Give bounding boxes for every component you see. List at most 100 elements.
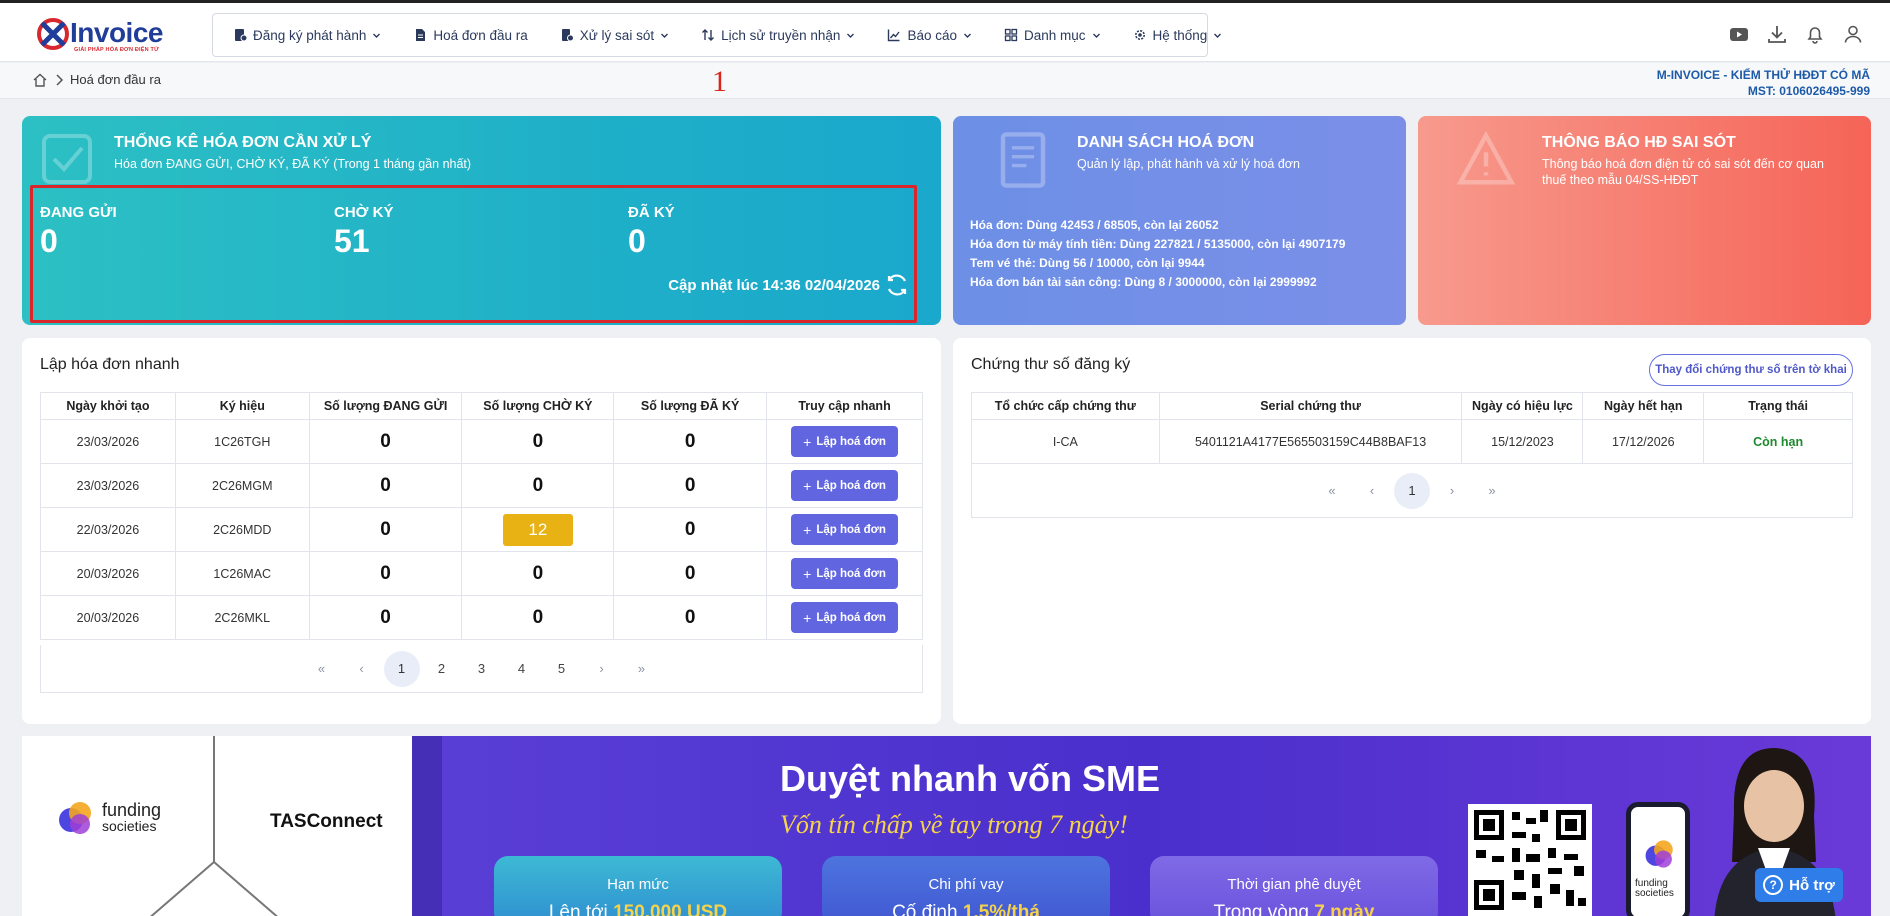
error-notice-title: THÔNG BÁO HĐ SAI SÓT [1542,134,1736,151]
stats-highlight-box: ĐANG GỬI 0 CHỜ KÝ 51 ĐÃ KÝ 0 Cập nhật lú… [30,185,917,323]
table-row[interactable]: I-CA 5401121A4177E565503159C44B8BAF13 15… [971,419,1853,464]
stat-sending[interactable]: ĐANG GỬI 0 [40,204,117,260]
first-page-icon[interactable]: « [304,651,340,687]
create-invoice-button[interactable]: + Lập hoá đơn [791,558,899,589]
help-button[interactable]: ? Hỗ trợ [1755,868,1843,902]
next-page-icon[interactable]: › [584,651,620,687]
funding-societies-logo-icon [59,802,91,834]
row-date: 20/03/2026 [40,595,176,640]
download-icon[interactable] [1766,23,1788,45]
create-invoice-label: Lập hoá đơn [816,611,886,624]
row-signed-count: 0 [613,551,768,596]
promo-banner[interactable]: funding societies TASConnect Duyệt nhanh… [22,736,1871,916]
chevron-down-icon [1207,28,1222,43]
app-logo[interactable]: Invoice GIẢI PHÁP HÓA ĐƠN ĐIỆN TỬ [34,15,174,53]
create-invoice-button[interactable]: + Lập hoá đơn [791,426,899,457]
chevron-down-icon [1086,28,1101,43]
table-header-row: Tổ chức cấp chứng thư Serial chứng thư N… [971,392,1853,420]
help-label: Hỗ trợ [1789,876,1835,894]
row-quick-access: + Lập hoá đơn [766,419,923,464]
user-icon[interactable] [1842,23,1864,45]
plus-icon: + [803,565,812,582]
change-certificate-button[interactable]: Thay đổi chứng thư số trên tờ khai [1649,354,1853,386]
nav-item-label: Báo cáo [907,27,957,43]
banner-card-cost: Chi phí vay Cố định 1,5%/thá [822,856,1110,916]
nav-item[interactable]: Hoá đơn đầu ra [413,28,528,43]
row-signed-count: 0 [613,419,768,464]
banner-card-label: Thời gian phê duyệt [1227,876,1361,893]
create-invoice-button[interactable]: + Lập hoá đơn [791,602,899,633]
column-header: Số lượng ĐÃ KÝ [613,392,768,420]
stats-card: THỐNG KÊ HÓA ĐƠN CẦN XỬ LÝ Hóa đơn ĐANG … [22,116,941,325]
nav-item[interactable]: Hệ thống [1133,28,1223,43]
prev-page-icon[interactable]: ‹ [1354,473,1390,509]
cert-valid-to: 17/12/2026 [1582,419,1705,464]
create-invoice-button[interactable]: + Lập hoá đơn [791,470,899,501]
nav-item[interactable]: Lịch sử truyền nhận [701,28,855,43]
chart-icon [887,28,901,42]
stat-pending[interactable]: CHỜ KÝ 51 [334,204,393,260]
banner-card-label: Chi phí vay [928,876,1004,893]
home-icon[interactable] [32,72,48,88]
invoice-list-subtitle: Quản lý lập, phát hành và xử lý hoá đơn [1077,157,1300,171]
quick-invoice-table: Ngày khởi tạo Ký hiệu Số lượng ĐANG GỬI … [40,392,923,640]
row-date: 23/03/2026 [40,463,176,508]
plus-icon: + [803,477,812,494]
breadcrumb-current-page[interactable]: Hoá đơn đầu ra [70,72,161,87]
question-icon: ? [1763,875,1784,895]
row-quick-access: + Lập hoá đơn [766,463,923,508]
banner-headline: Duyệt nhanh vốn SME [780,758,1161,799]
logo-text: Invoice [70,17,163,48]
quick-invoice-panel: Lập hóa đơn nhanh Ngày khởi tạo Ký hiệu … [22,338,941,724]
create-invoice-label: Lập hoá đơn [816,479,886,492]
page-number[interactable]: 3 [464,651,500,687]
nav-item-label: Đăng ký phát hành [253,27,367,43]
table-row: 20/03/2026 1C26MAC 0 0 0 + Lập hoá đơn [40,551,923,596]
refresh-icon[interactable] [884,272,910,298]
page-number[interactable]: 2 [424,651,460,687]
create-invoice-button[interactable]: + Lập hoá đơn [791,514,899,545]
cert-issuer: I-CA [971,419,1160,464]
invoice-list-card[interactable]: DANH SÁCH HOÁ ĐƠN Quản lý lập, phát hành… [953,116,1406,325]
page-number[interactable]: 4 [504,651,540,687]
row-date: 22/03/2026 [40,507,176,552]
nav-item[interactable]: Đăng ký phát hành [233,28,381,43]
first-page-icon[interactable]: « [1314,473,1350,509]
error-notice-card[interactable]: THÔNG BÁO HĐ SAI SÓT Thông báo hoá đơn đ… [1418,116,1871,325]
quick-invoice-title: Lập hóa đơn nhanh [40,356,180,373]
main-menu: Đăng ký phát hành Hoá đơn đầu ra Xử lý sai… [212,13,1222,57]
bell-icon[interactable] [1804,23,1826,45]
youtube-icon[interactable] [1728,23,1750,45]
column-header: Truy cập nhanh [766,392,923,420]
row-sending-count: 0 [308,419,463,464]
create-invoice-label: Lập hoá đơn [816,435,886,448]
column-header: Số lượng ĐANG GỬI [308,392,463,420]
nav-item[interactable]: Danh mục [1004,28,1101,43]
document-icon [413,28,427,42]
row-date: 23/03/2026 [40,419,176,464]
stat-label: ĐANG GỬI [40,204,117,221]
page-number[interactable]: 1 [383,650,420,687]
nav-item[interactable]: Xử lý sai sót [560,28,669,43]
last-page-icon[interactable]: » [624,651,660,687]
chevron-down-icon [654,28,669,43]
prev-page-icon[interactable]: ‹ [344,651,380,687]
company-info: M-INVOICE - KIỂM THỬ HĐĐT CÓ MÃ MST: 010… [1657,67,1870,99]
stat-signed[interactable]: ĐÃ KÝ 0 [628,204,675,260]
page-number[interactable]: 5 [544,651,580,687]
nav-item[interactable]: Báo cáo [887,28,972,43]
partner-funding-societies: funding societies [102,801,161,834]
invoice-list-title: DANH SÁCH HOÁ ĐƠN [1077,134,1255,151]
next-page-icon[interactable]: › [1434,473,1470,509]
last-page-icon[interactable]: » [1474,473,1510,509]
stat-value: 51 [334,223,370,259]
row-signed-count: 0 [613,463,768,508]
usage-line: Hóa đơn từ máy tính tiền: Dùng 227821 / … [970,237,1346,251]
column-header: Ngày có hiệu lực [1461,392,1584,420]
nav-item-label: Lịch sử truyền nhận [721,27,841,43]
pending-count-badge[interactable]: 12 [502,513,573,546]
top-icons [1728,23,1864,45]
page-number[interactable]: 1 [1394,472,1430,509]
row-pending-count: 0 [461,419,615,464]
table-row: 20/03/2026 2C26MKL 0 0 0 + Lập hoá đơn [40,595,923,640]
